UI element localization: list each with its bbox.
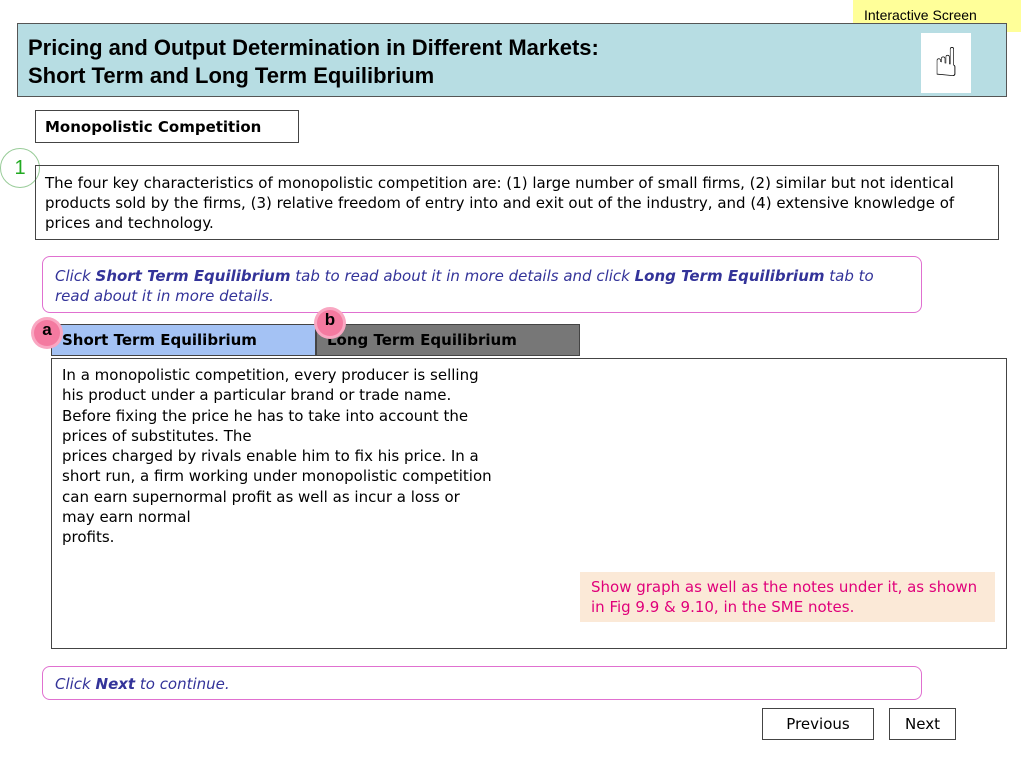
text: to continue.	[135, 675, 230, 693]
marker-b: b	[317, 310, 343, 336]
marker-a: a	[34, 320, 60, 346]
text: Long Term Equilibrium	[634, 267, 825, 285]
tab-long-term-equilibrium[interactable]: Long Term Equilibrium	[316, 324, 580, 356]
text: Click	[55, 675, 96, 693]
text: Click	[55, 267, 96, 285]
step-number: 1	[0, 148, 40, 188]
page-title-line1: Pricing and Output Determination in Diff…	[28, 35, 599, 60]
tab-short-term-equilibrium[interactable]: Short Term Equilibrium	[51, 324, 316, 356]
section-title: Monopolistic Competition	[35, 110, 299, 143]
intro-text: The four key characteristics of monopoli…	[35, 165, 999, 240]
text: Next	[95, 675, 136, 693]
previous-button[interactable]: Previous	[762, 708, 874, 740]
text: Short Term Equilibrium	[95, 267, 291, 285]
continue-note: Click Next to continue.	[42, 666, 922, 700]
developer-note: Show graph as well as the notes under it…	[580, 572, 995, 622]
instruction-note: Click Short Term Equilibrium tab to read…	[42, 256, 922, 313]
hand-pointer-icon: ☝	[921, 33, 971, 93]
page-title-line2: Short Term and Long Term Equilibrium	[28, 63, 435, 88]
next-button[interactable]: Next	[889, 708, 956, 740]
content-text: In a monopolistic competition, every pro…	[62, 366, 492, 547]
page-header: Pricing and Output Determination in Diff…	[17, 23, 1007, 97]
text: tab to read about it in more details and…	[290, 267, 635, 285]
